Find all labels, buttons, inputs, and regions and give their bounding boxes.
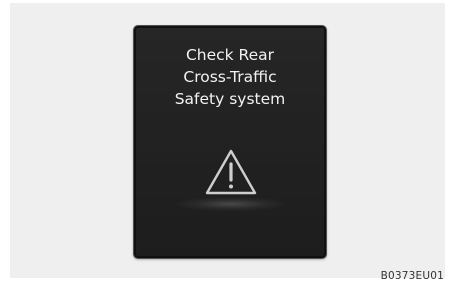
warning-triangle-icon [205,149,257,195]
warning-display-panel: Check Rear Cross-Traffic Safety system [133,25,327,259]
warning-message: Check Rear Cross-Traffic Safety system [134,44,326,110]
figure-code: B0373EU01 [380,270,444,282]
warning-message-line-3: Safety system [174,90,286,108]
warning-message-line-1: Check Rear [185,46,275,64]
warning-message-line-2: Cross-Traffic [183,68,277,86]
icon-reflection [176,197,286,211]
